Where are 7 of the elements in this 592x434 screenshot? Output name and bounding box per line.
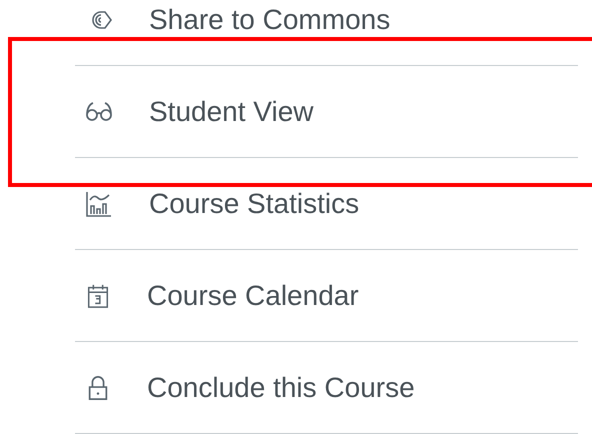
glasses-icon [85, 100, 113, 124]
menu-item[interactable]: Course Statistics [75, 188, 360, 220]
chart-icon [85, 190, 113, 218]
menu-item[interactable]: Course Calendar [75, 280, 359, 312]
menu-item[interactable]: Share to Commons [75, 4, 390, 36]
menu-item[interactable]: Student View [75, 96, 314, 128]
menu-item[interactable]: Conclude this Course [75, 372, 415, 404]
